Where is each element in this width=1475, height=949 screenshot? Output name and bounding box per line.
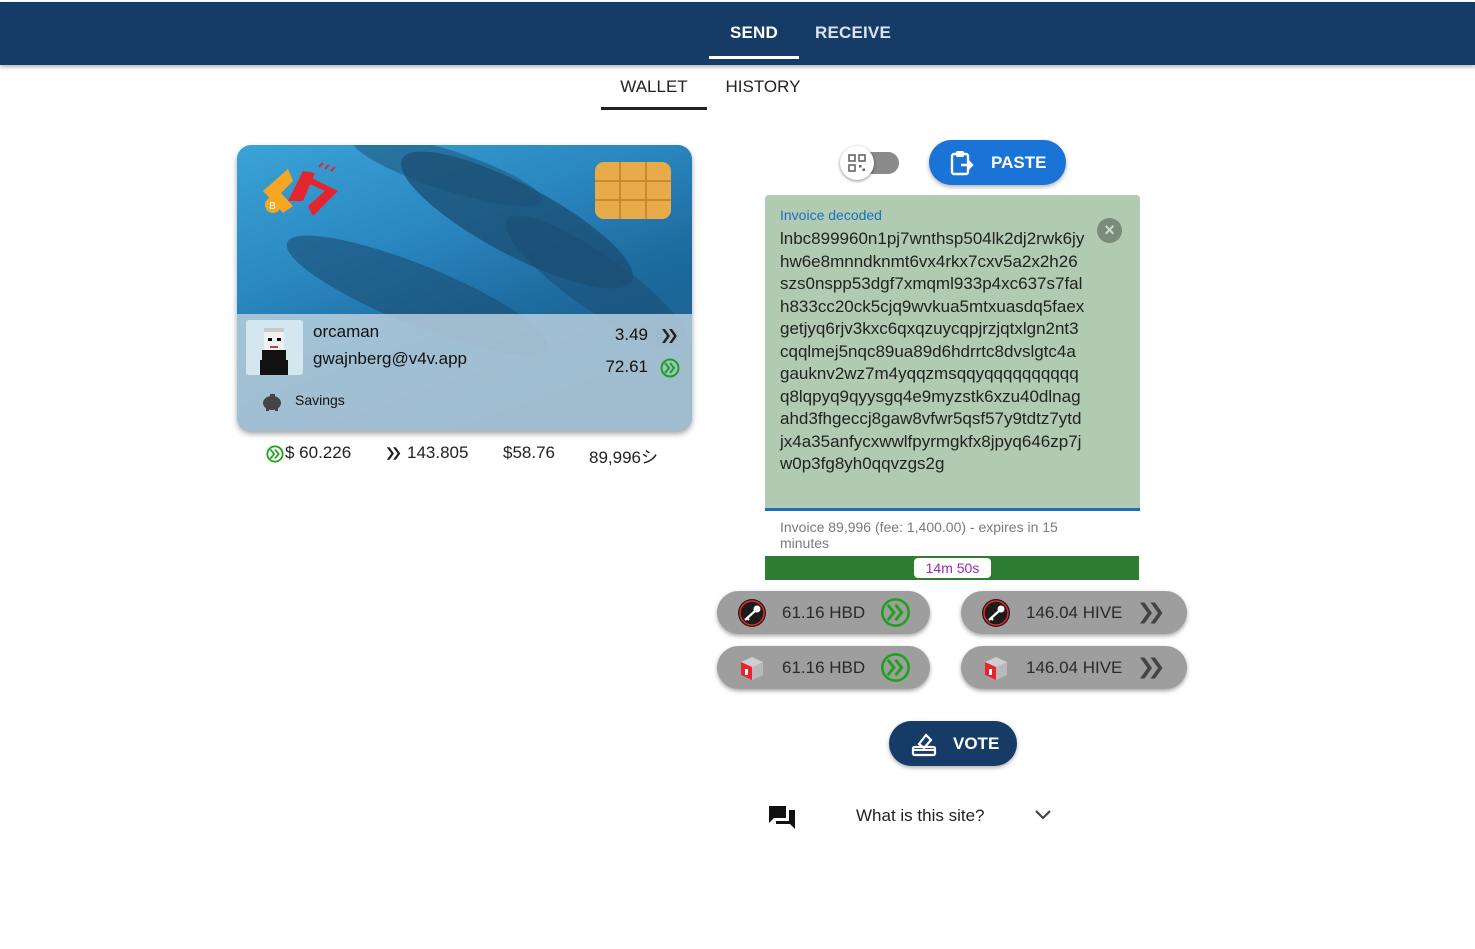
hive-keychain-icon — [985, 657, 1007, 680]
vote-button-label: VOTE — [953, 733, 1000, 753]
invoice-field-label: Invoice decoded — [780, 207, 882, 223]
hbd-icon — [660, 358, 680, 378]
hive-icon — [1140, 602, 1163, 624]
chevron-down-icon[interactable] — [1034, 808, 1052, 822]
tab-receive-label: RECEIVE — [814, 23, 892, 42]
stat-usd: $58.76 — [503, 443, 555, 462]
card-chip — [595, 162, 671, 219]
savings-label[interactable]: Savings — [295, 392, 345, 408]
hive-balance: 3.49 — [614, 325, 648, 344]
qr-scan-toggle[interactable] — [840, 146, 900, 180]
tab-wallet-label: WALLET — [620, 77, 688, 96]
qr-code-icon — [848, 154, 866, 172]
hive-icon — [1140, 657, 1163, 679]
invoice-text[interactable]: lnbc899960n1pj7wnthsp504lk2dj2rwk6jyhw6e… — [780, 228, 1085, 476]
avatar[interactable] — [246, 320, 303, 375]
invoice-field[interactable]: Invoice decoded lnbc899960n1pj7wnthsp504… — [765, 195, 1140, 511]
hbd-icon — [881, 653, 910, 682]
tab-send[interactable]: SEND — [709, 2, 799, 59]
pay-hbd-key-label: 61.16 HBD — [782, 603, 866, 622]
stat-hbd: $ 60.226 — [285, 443, 352, 462]
ballot-vote-icon — [911, 732, 937, 756]
toggle-knob — [840, 146, 874, 180]
tab-receive[interactable]: RECEIVE — [808, 2, 898, 57]
stat-hive: 143.805 — [407, 443, 469, 462]
hive-icon — [386, 447, 401, 460]
invoice-helper-text: Invoice 89,996 (fee: 1,400.00) - expires… — [780, 519, 1058, 551]
hbd-icon — [881, 598, 910, 627]
hive-keychain-icon — [741, 657, 763, 680]
hbd-icon — [266, 445, 284, 463]
tab-wallet-indicator — [601, 107, 707, 110]
paste-button-label: PASTE — [991, 152, 1047, 172]
piggy-bank-icon — [263, 394, 281, 411]
expiry-timer: 14m 50s — [914, 558, 991, 578]
forum-icon — [769, 806, 795, 829]
tab-send-label: SEND — [729, 23, 779, 42]
tab-send-indicator — [709, 56, 799, 59]
hive-icon — [662, 329, 677, 343]
pay-hive-keychain-label: 146.04 HIVE — [1026, 658, 1123, 677]
paste-button[interactable]: PASTE — [929, 140, 1066, 185]
tab-history-label: HISTORY — [725, 77, 801, 96]
username: orcaman — [313, 322, 380, 341]
pay-hbd-keychain-button[interactable]: 61.16 HBD — [717, 646, 930, 689]
pay-hive-key-button[interactable]: 146.04 HIVE — [961, 591, 1187, 634]
tab-wallet[interactable]: WALLET — [601, 70, 707, 110]
v4v-logo: B — [263, 162, 338, 216]
pay-hbd-keychain-label: 61.16 HBD — [782, 658, 866, 677]
tab-history[interactable]: HISTORY — [712, 70, 814, 110]
wallet-card: B orcaman gwajnberg@v4v.app 3.49 72.61 S… — [237, 145, 692, 431]
svg-text:B: B — [269, 201, 276, 212]
faq-toggle[interactable]: What is this site? — [856, 806, 985, 826]
pay-hive-keychain-button[interactable]: 146.04 HIVE — [961, 646, 1187, 689]
key-icon — [738, 599, 766, 627]
hbd-balance: 72.61 — [605, 357, 648, 376]
clear-icon[interactable]: × — [1097, 218, 1122, 243]
pay-hbd-key-button[interactable]: 61.16 HBD — [717, 591, 930, 634]
stat-sats: 89,996シ — [589, 448, 658, 467]
key-icon — [982, 599, 1010, 627]
vote-button[interactable]: VOTE — [889, 721, 1017, 766]
clipboard-paste-icon — [950, 150, 974, 175]
pay-hive-key-label: 146.04 HIVE — [1026, 603, 1123, 622]
wallet-address: gwajnberg@v4v.app — [313, 349, 467, 368]
card-info-panel: orcaman gwajnberg@v4v.app 3.49 72.61 Sav… — [237, 314, 692, 431]
top-bar: SEND RECEIVE — [0, 2, 1475, 65]
